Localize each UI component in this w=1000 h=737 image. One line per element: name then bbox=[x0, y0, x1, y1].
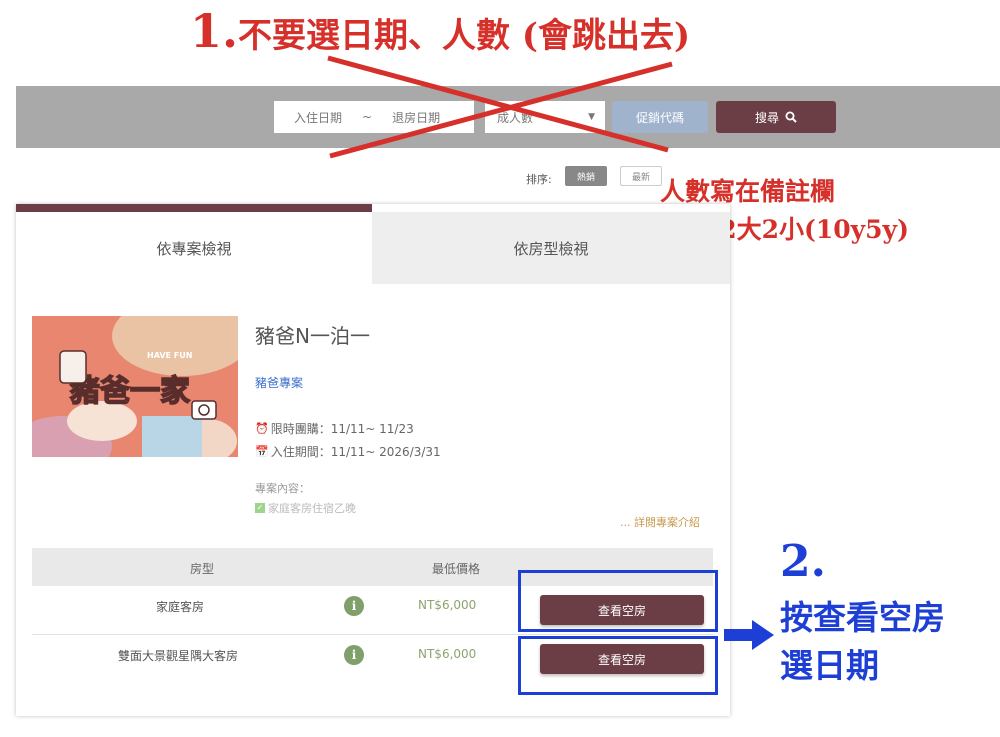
sort-new-button[interactable]: 最新 bbox=[620, 166, 662, 186]
alarm-clock-icon: ⏰ bbox=[255, 422, 269, 435]
package-illustration: 豬爸一家 HAVE FUN bbox=[32, 316, 238, 457]
date-separator: ~ bbox=[362, 110, 373, 124]
highlight-box bbox=[518, 570, 718, 632]
annotation-step2-line2: 選日期 bbox=[780, 646, 879, 685]
annotation-step2-text: 按查看空房 選日期 bbox=[780, 594, 945, 690]
annotation-note-line1: 人數寫在備註欄 bbox=[660, 177, 836, 206]
checkout-date-field[interactable]: 退房日期 bbox=[392, 109, 440, 126]
tab-by-package[interactable]: 依專案檢視 bbox=[16, 212, 372, 284]
package-tag-link[interactable]: 豬爸專案 bbox=[255, 374, 303, 391]
tab-by-room[interactable]: 依房型檢視 bbox=[372, 212, 730, 284]
sort-hot-button[interactable]: 熱銷 bbox=[565, 166, 607, 186]
annotation-step1: 1.不要選日期、人數 (會跳出去) bbox=[190, 4, 690, 58]
sort-label: 排序: bbox=[526, 173, 552, 186]
column-lowest-price: 最低價格 bbox=[432, 562, 481, 576]
chevron-down-icon: ▼ bbox=[588, 112, 595, 122]
package-image-badge: HAVE FUN bbox=[147, 351, 192, 360]
checkin-date-field[interactable]: 入住日期 bbox=[294, 109, 342, 126]
room-price: NT$6,000 bbox=[418, 598, 477, 612]
room-price: NT$6,000 bbox=[418, 647, 477, 661]
search-button-label: 搜尋 bbox=[754, 110, 779, 125]
column-room-type: 房型 bbox=[190, 562, 215, 576]
calendar-icon: 📅 bbox=[255, 445, 269, 458]
search-button[interactable]: 搜尋 bbox=[716, 101, 836, 133]
package-title: 豬爸N一泊一 bbox=[255, 324, 370, 348]
annotation-step1-text: 不要選日期、人數 (會跳出去) bbox=[238, 16, 691, 56]
date-range-input[interactable]: 入住日期 ~ 退房日期 bbox=[274, 101, 474, 133]
info-icon[interactable]: i bbox=[344, 645, 364, 665]
promo-code-button[interactable]: 促銷代碼 bbox=[612, 101, 708, 133]
magnifier-icon bbox=[785, 111, 797, 123]
stay-period-text: 入住期間：11/11~ 2026/3/31 bbox=[270, 445, 441, 459]
row-divider bbox=[32, 634, 713, 635]
annotation-step2-number: 2. bbox=[780, 536, 826, 587]
sale-period-text: 限時團購：11/11~ 11/23 bbox=[270, 422, 414, 436]
package-content-label: 專案內容： bbox=[255, 482, 310, 495]
annotation-step2-line1: 按查看空房 bbox=[780, 598, 945, 637]
checkbox-icon: ✓ bbox=[255, 503, 265, 513]
package-image-text: 豬爸一家 bbox=[70, 374, 190, 409]
guests-select[interactable]: 成人數 ▼ bbox=[485, 101, 605, 133]
active-tab-indicator bbox=[16, 204, 372, 212]
guests-select-label: 成人數 bbox=[497, 110, 534, 125]
package-content-item: ✓ 家庭客房住宿乙晚 bbox=[255, 500, 356, 516]
info-icon[interactable]: i bbox=[344, 596, 364, 616]
package-details-link[interactable]: ... 詳閱專案介紹 bbox=[620, 514, 700, 530]
sale-period: ⏰ 限時團購：11/11~ 11/23 bbox=[255, 420, 414, 437]
highlight-box bbox=[518, 636, 718, 695]
arrow-right-icon bbox=[724, 620, 774, 650]
room-name: 雙面大景觀星隅大客房 bbox=[118, 649, 239, 663]
package-image[interactable]: 豬爸一家 HAVE FUN bbox=[32, 316, 238, 457]
stay-period: 📅 入住期間：11/11~ 2026/3/31 bbox=[255, 443, 441, 460]
package-content-item-text: 家庭客房住宿乙晚 bbox=[268, 502, 356, 515]
annotation-step1-number: 1. bbox=[190, 4, 239, 58]
room-name: 家庭客房 bbox=[156, 600, 205, 614]
